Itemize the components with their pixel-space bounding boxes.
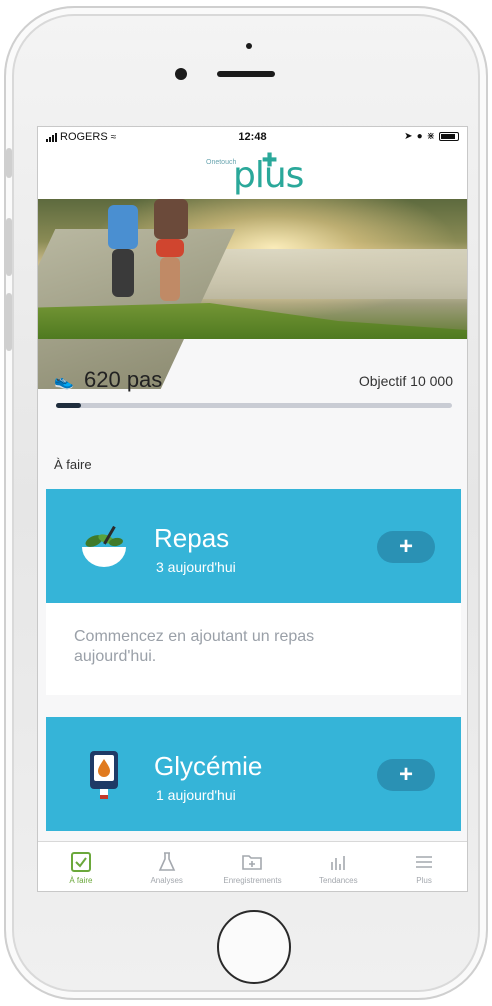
salad-bowl-icon bbox=[82, 525, 126, 567]
steps-summary[interactable]: 👟 620 pas Objectif 10 000 bbox=[54, 367, 453, 397]
tab-tendances[interactable]: Tendances bbox=[295, 842, 381, 891]
steps-progress-bar bbox=[56, 403, 452, 408]
mute-switch bbox=[6, 148, 12, 178]
logo-cross-icon: ✚ bbox=[262, 150, 278, 170]
front-sensor bbox=[246, 43, 252, 49]
tab-plus-label: Plus bbox=[416, 876, 432, 885]
tab-enregistrements[interactable]: Enregistrements bbox=[210, 842, 296, 891]
meal-hint-panel: Commencez en ajoutant un repas aujourd'h… bbox=[46, 603, 461, 695]
location-icon: ➤ bbox=[404, 131, 413, 142]
hero-runner-red-shorts bbox=[156, 239, 184, 257]
home-button[interactable] bbox=[217, 910, 291, 984]
clock: 12:48 bbox=[238, 131, 267, 143]
card-glucose[interactable]: Glycémie 1 aujourd'hui + bbox=[46, 717, 461, 831]
card-meals-subtitle: 3 aujourd'hui bbox=[156, 559, 236, 575]
card-glucose-title: Glycémie bbox=[154, 751, 263, 781]
card-glucose-subtitle: 1 aujourd'hui bbox=[156, 787, 236, 803]
alarm-icon: ● bbox=[416, 131, 423, 142]
bluetooth-icon: ⋇ bbox=[426, 131, 435, 142]
battery-icon bbox=[439, 132, 459, 141]
menu-icon bbox=[416, 856, 433, 868]
hero-runner-blue-legs bbox=[112, 249, 134, 297]
steps-goal: Objectif 10 000 bbox=[358, 373, 453, 389]
tab-analyses-label: Analyses bbox=[150, 876, 183, 885]
add-meal-button[interactable]: + bbox=[377, 531, 435, 563]
tab-bar: À faire Analyses Enregistrements Tendanc… bbox=[38, 841, 467, 891]
tab-tendances-label: Tendances bbox=[318, 876, 358, 885]
hero-image bbox=[38, 199, 467, 389]
steps-count: 620 pas bbox=[84, 367, 163, 392]
tab-a-faire[interactable]: À faire bbox=[38, 842, 124, 891]
flask-icon bbox=[158, 852, 175, 871]
section-title: À faire bbox=[54, 457, 92, 472]
bar-chart-icon bbox=[331, 856, 346, 870]
hero-runner-blue bbox=[108, 205, 138, 249]
tab-analyses[interactable]: Analyses bbox=[124, 842, 210, 891]
card-meals-title: Repas bbox=[154, 523, 230, 553]
volume-down-button bbox=[6, 293, 12, 351]
tab-plus[interactable]: Plus bbox=[381, 842, 467, 891]
brand-tagline: Onetouch bbox=[206, 159, 237, 166]
meal-hint-text: Commencez en ajoutant un repas aujourd'h… bbox=[74, 628, 315, 665]
shoe-icon: 👟 bbox=[54, 373, 74, 390]
earpiece-speaker bbox=[217, 71, 275, 77]
steps-progress-fill bbox=[56, 403, 81, 408]
tab-a-faire-label: À faire bbox=[69, 876, 93, 885]
status-bar: ROGERS ≈ 12:48 ➤ ● ⋇ bbox=[38, 127, 467, 147]
add-glucose-button[interactable]: + bbox=[377, 759, 435, 791]
glucose-meter-icon bbox=[90, 751, 118, 799]
app-screen: ROGERS ≈ 12:48 ➤ ● ⋇ Onetouch plus ✚ 👟 6… bbox=[37, 126, 468, 892]
hero-runner-red bbox=[154, 199, 188, 239]
checkbox-icon bbox=[70, 852, 91, 872]
card-meals[interactable]: Repas 3 aujourd'hui + bbox=[46, 489, 461, 603]
hero-runner-red-legs bbox=[160, 257, 180, 301]
folder-add-icon bbox=[242, 855, 263, 870]
app-header: Onetouch plus ✚ bbox=[38, 147, 467, 199]
tab-enregistrements-label: Enregistrements bbox=[223, 876, 282, 885]
front-camera bbox=[175, 68, 187, 80]
volume-up-button bbox=[6, 218, 12, 276]
